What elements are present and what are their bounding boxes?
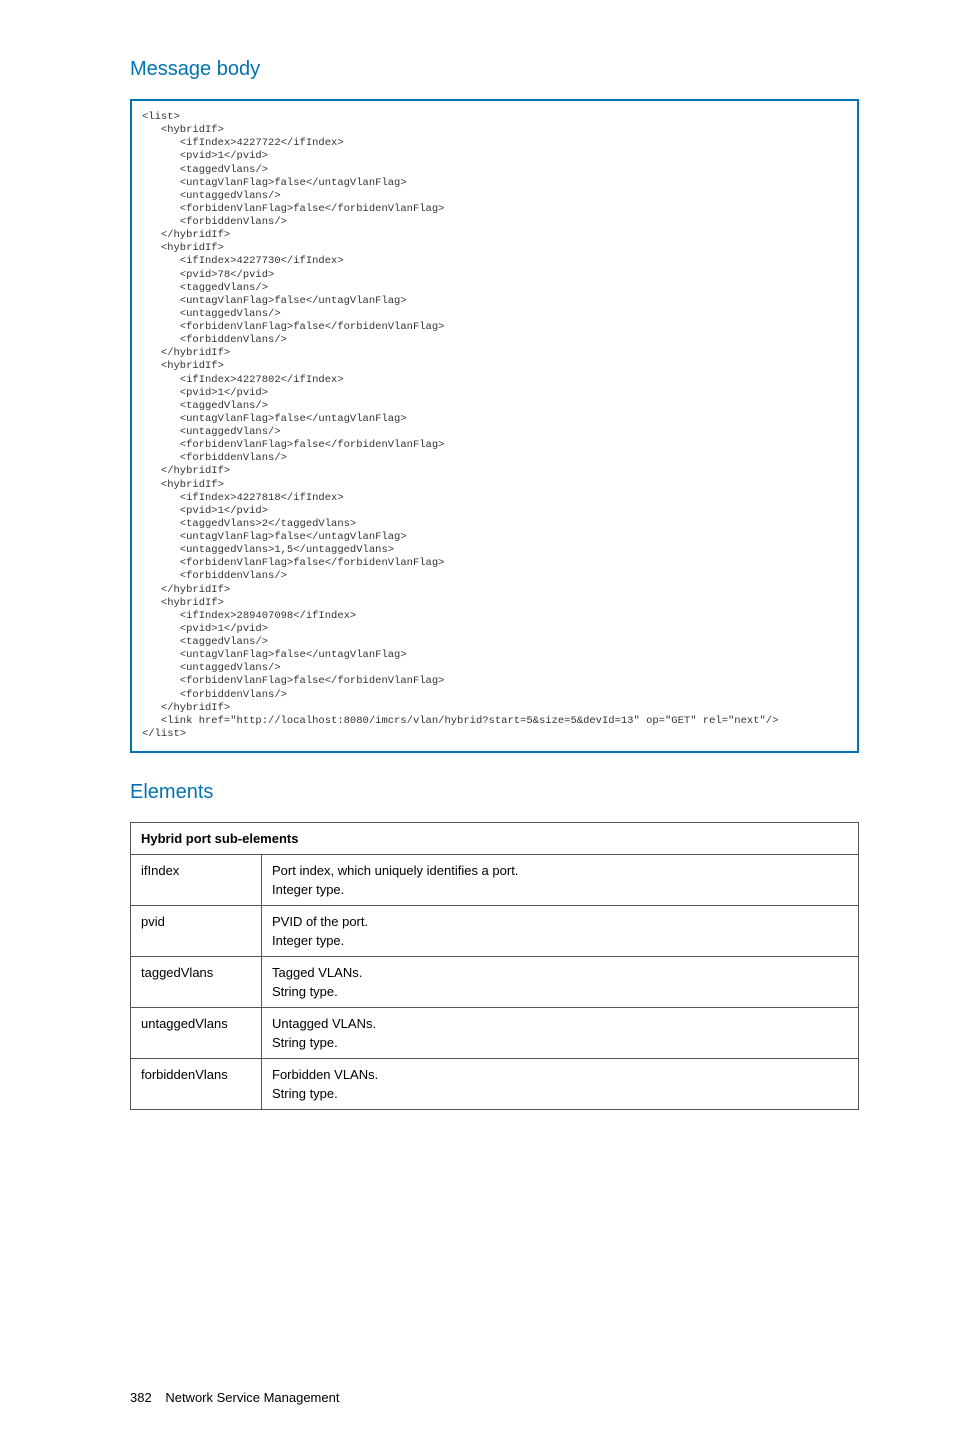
- code-block: <list> <hybridIf> <ifIndex>4227722</ifIn…: [130, 99, 859, 753]
- desc-line: Forbidden VLANs.: [272, 1067, 848, 1082]
- element-desc: Tagged VLANs. String type.: [262, 957, 859, 1008]
- element-name: pvid: [131, 906, 262, 957]
- element-desc: Port index, which uniquely identifies a …: [262, 855, 859, 906]
- page-number: 382: [130, 1390, 152, 1405]
- table-row: untaggedVlans Untagged VLANs. String typ…: [131, 1008, 859, 1059]
- element-name: ifIndex: [131, 855, 262, 906]
- table-row: forbiddenVlans Forbidden VLANs. String t…: [131, 1059, 859, 1110]
- page-footer: 382 Network Service Management: [130, 1390, 859, 1405]
- element-desc: Untagged VLANs. String type.: [262, 1008, 859, 1059]
- element-name: taggedVlans: [131, 957, 262, 1008]
- desc-line: Untagged VLANs.: [272, 1016, 848, 1031]
- table-header: Hybrid port sub-elements: [131, 823, 859, 855]
- desc-line: Integer type.: [272, 882, 848, 897]
- heading-message-body: Message body: [130, 58, 859, 81]
- table-row: ifIndex Port index, which uniquely ident…: [131, 855, 859, 906]
- desc-line: Port index, which uniquely identifies a …: [272, 863, 848, 878]
- heading-elements: Elements: [130, 781, 859, 804]
- desc-line: String type.: [272, 984, 848, 999]
- element-desc: Forbidden VLANs. String type.: [262, 1059, 859, 1110]
- element-desc: PVID of the port. Integer type.: [262, 906, 859, 957]
- desc-line: String type.: [272, 1086, 848, 1101]
- desc-line: Integer type.: [272, 933, 848, 948]
- element-name: forbiddenVlans: [131, 1059, 262, 1110]
- desc-line: PVID of the port.: [272, 914, 848, 929]
- element-name: untaggedVlans: [131, 1008, 262, 1059]
- table-row: pvid PVID of the port. Integer type.: [131, 906, 859, 957]
- elements-table: Hybrid port sub-elements ifIndex Port in…: [130, 822, 859, 1110]
- footer-text: Network Service Management: [165, 1390, 339, 1405]
- desc-line: Tagged VLANs.: [272, 965, 848, 980]
- desc-line: String type.: [272, 1035, 848, 1050]
- table-row: taggedVlans Tagged VLANs. String type.: [131, 957, 859, 1008]
